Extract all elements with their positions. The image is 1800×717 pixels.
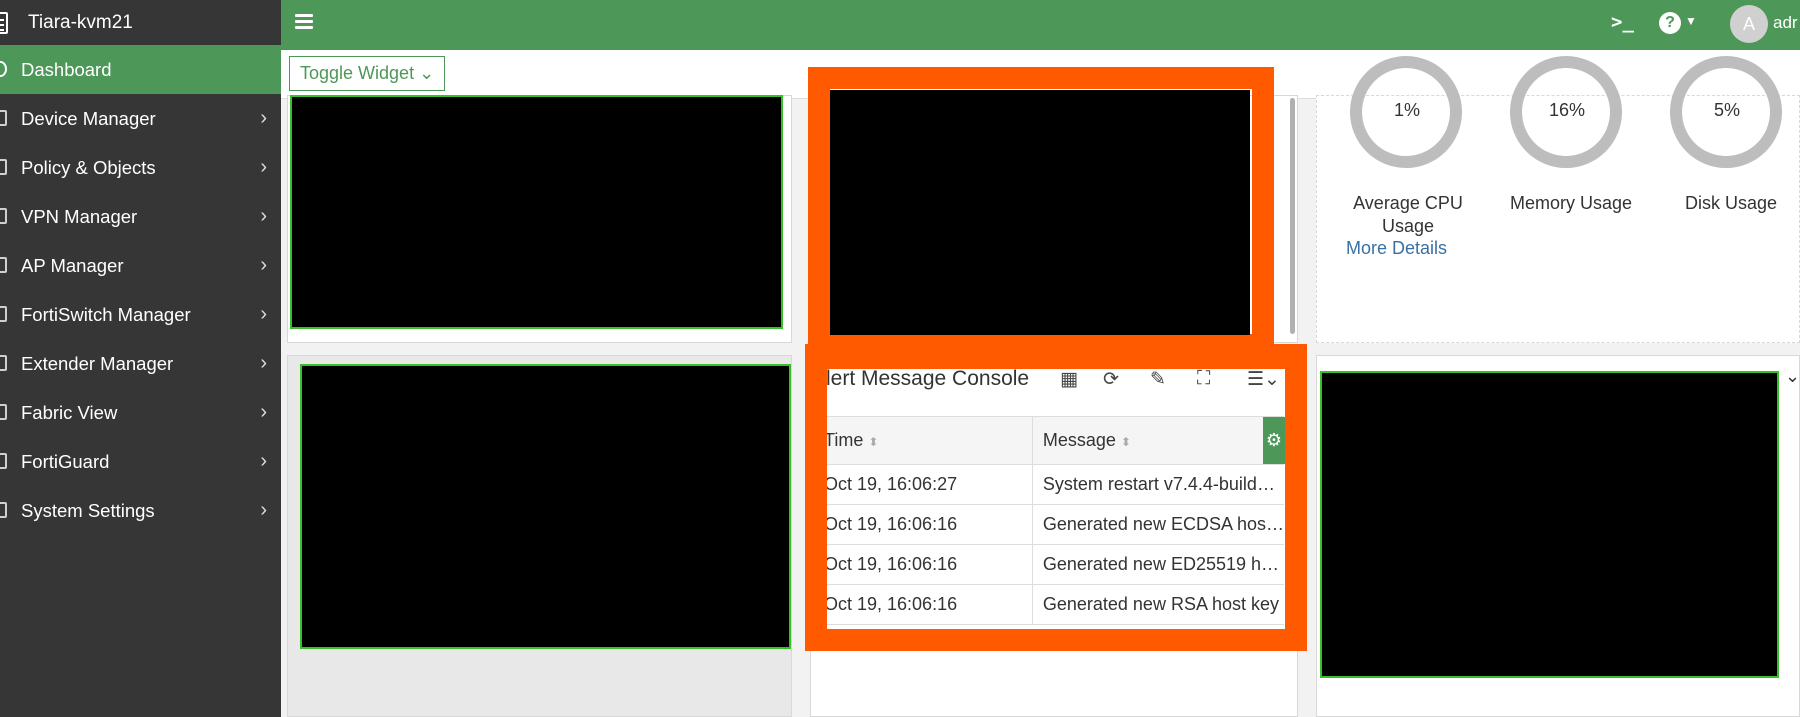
hostname: Tiara-kvm21 bbox=[28, 11, 133, 33]
chevron-right-icon: › bbox=[260, 107, 267, 129]
cli-console-icon[interactable]: >_ bbox=[1611, 11, 1634, 33]
table-row[interactable]: Oct 19, 16:06:16 Generated new ED25519 h… bbox=[824, 544, 1284, 585]
chevron-down-icon[interactable]: ▼ bbox=[1685, 14, 1697, 28]
sidebar-item-dashboard[interactable]: Dashboard bbox=[0, 45, 281, 94]
redacted-region bbox=[1320, 371, 1779, 678]
vpn-icon bbox=[0, 208, 7, 224]
cpu-label: Average CPU Usage bbox=[1353, 193, 1463, 236]
fabric-icon bbox=[0, 404, 7, 420]
switch-icon bbox=[0, 306, 7, 322]
sidebar-item-label: VPN Manager bbox=[21, 205, 138, 227]
chevron-down-icon: ⌄ bbox=[419, 63, 435, 83]
sidebar-item-policy-objects[interactable]: Policy & Objects › bbox=[0, 143, 281, 192]
pin-icon[interactable]: ✎ bbox=[1150, 368, 1166, 391]
table-row[interactable]: Oct 19, 16:06:16 Generated new RSA host … bbox=[824, 584, 1284, 625]
brand: Tiara-kvm21 bbox=[0, 0, 281, 45]
chevron-right-icon: › bbox=[260, 156, 267, 178]
sidebar-item-label: Device Manager bbox=[21, 107, 156, 129]
gear-icon[interactable]: ⚙ bbox=[1263, 417, 1285, 464]
chevron-right-icon: › bbox=[260, 254, 267, 276]
redacted-region bbox=[300, 364, 791, 649]
clipboard-icon bbox=[0, 12, 8, 34]
ap-icon bbox=[0, 257, 7, 273]
sidebar: Tiara-kvm21 Dashboard Device Manager › P… bbox=[0, 0, 281, 717]
sidebar-item-label: Policy & Objects bbox=[21, 156, 156, 178]
hamburger-menu-icon[interactable] bbox=[295, 14, 313, 30]
dashboard-icon bbox=[0, 61, 7, 77]
alert-console-title: lert Message Console bbox=[826, 367, 1030, 390]
sidebar-item-system-settings[interactable]: System Settings › bbox=[0, 486, 281, 535]
column-header-time[interactable]: Time ⬍ bbox=[824, 416, 1033, 465]
alert-table: Time ⬍ Message ⬍ Oct 19, 16:06:27 System r… bbox=[824, 416, 1284, 625]
sidebar-item-ap-manager[interactable]: AP Manager › bbox=[0, 241, 281, 290]
sidebar-item-extender-manager[interactable]: Extender Manager › bbox=[0, 339, 281, 388]
more-details-link[interactable]: More Details bbox=[1346, 238, 1447, 259]
chevron-right-icon: › bbox=[260, 450, 267, 472]
fullscreen-icon[interactable]: ⛶ bbox=[1197, 368, 1210, 390]
help-icon[interactable]: ? bbox=[1659, 12, 1681, 34]
chevron-down-icon[interactable]: ⌄ bbox=[1785, 366, 1800, 387]
sidebar-item-label: AP Manager bbox=[21, 254, 124, 276]
chevron-right-icon: › bbox=[260, 205, 267, 227]
sidebar-item-label: System Settings bbox=[21, 499, 155, 521]
avatar[interactable]: A bbox=[1730, 5, 1768, 43]
chevron-right-icon: › bbox=[260, 352, 267, 374]
menu-icon[interactable]: ☰⌄ bbox=[1247, 368, 1280, 391]
memory-label: Memory Usage bbox=[1509, 193, 1633, 213]
memory-value: 16% bbox=[1548, 100, 1586, 120]
redacted-region bbox=[290, 95, 783, 329]
chevron-right-icon: › bbox=[260, 303, 267, 325]
table-row[interactable]: Oct 19, 16:06:16 Generated new ECDSA hos… bbox=[824, 504, 1284, 545]
sidebar-item-device-manager[interactable]: Device Manager › bbox=[0, 94, 281, 143]
top-header: >_ ? ▼ A adr bbox=[281, 0, 1800, 50]
sidebar-item-label: Dashboard bbox=[21, 58, 112, 80]
sidebar-item-fortiguard[interactable]: FortiGuard › bbox=[0, 437, 281, 486]
disk-value: 5% bbox=[1713, 100, 1740, 120]
sidebar-item-fabric-view[interactable]: Fabric View › bbox=[0, 388, 281, 437]
cpu-value: 1% bbox=[1393, 100, 1420, 120]
column-header-message[interactable]: Message ⬍ bbox=[1032, 416, 1284, 465]
sidebar-item-label: Fabric View bbox=[21, 401, 118, 423]
toggle-widget-button[interactable]: Toggle Widget ⌄ bbox=[289, 56, 446, 91]
user-name[interactable]: adr bbox=[1773, 13, 1798, 33]
sort-icon: ⬍ bbox=[868, 435, 879, 449]
chevron-right-icon: › bbox=[260, 401, 267, 423]
widget-scrollbar[interactable] bbox=[1290, 98, 1295, 334]
redacted-region bbox=[830, 90, 1250, 335]
sidebar-item-label: Extender Manager bbox=[21, 352, 174, 374]
disk-label: Disk Usage bbox=[1684, 193, 1778, 213]
extender-icon bbox=[0, 355, 7, 371]
fortiguard-icon bbox=[0, 453, 7, 469]
policy-icon bbox=[0, 159, 7, 175]
sidebar-item-label: FortiSwitch Manager bbox=[21, 303, 191, 325]
table-view-icon[interactable]: ▦ bbox=[1060, 368, 1078, 391]
gear-icon bbox=[0, 502, 7, 518]
refresh-icon[interactable]: ⟳ bbox=[1103, 368, 1119, 391]
table-row[interactable]: Oct 19, 16:06:27 System restart v7.4.4-b… bbox=[824, 464, 1284, 505]
sidebar-item-vpn-manager[interactable]: VPN Manager › bbox=[0, 192, 281, 241]
sidebar-item-fortiswitch-manager[interactable]: FortiSwitch Manager › bbox=[0, 290, 281, 339]
sidebar-item-label: FortiGuard bbox=[21, 450, 110, 472]
sort-icon: ⬍ bbox=[1120, 435, 1131, 449]
chevron-right-icon: › bbox=[260, 499, 267, 521]
device-manager-icon bbox=[0, 110, 7, 126]
